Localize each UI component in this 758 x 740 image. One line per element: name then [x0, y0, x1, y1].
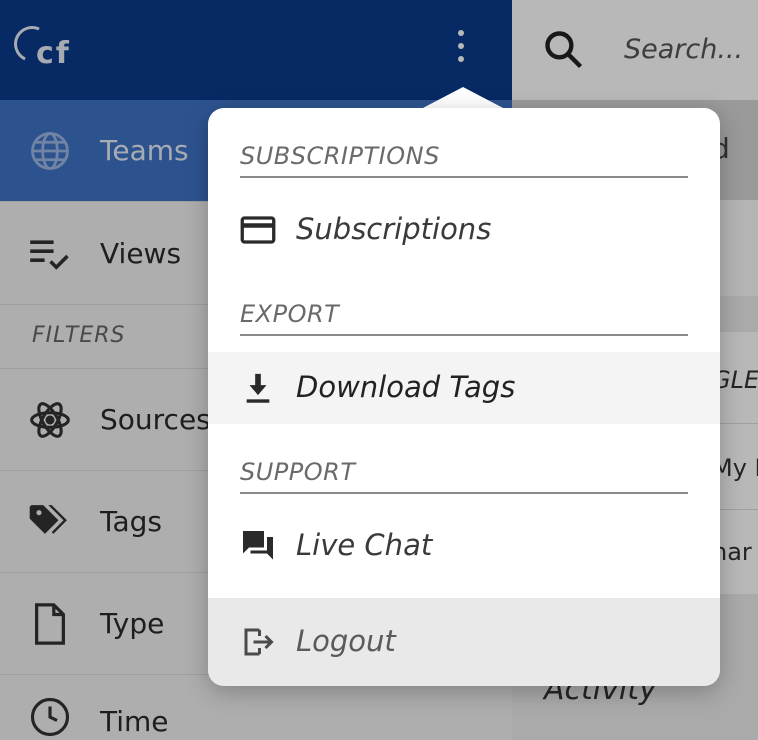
menu-item-label: Subscriptions	[296, 212, 492, 246]
logout-icon	[240, 624, 276, 660]
menu-section-heading-label: SUPPORT	[240, 458, 356, 486]
menu-caret	[421, 87, 505, 109]
menu-item-subscriptions[interactable]: Subscriptions	[208, 194, 720, 266]
menu-item-logout[interactable]: Logout	[208, 598, 720, 686]
options-menu: SUBSCRIPTIONS Subscriptions EXPORT Downl…	[208, 108, 720, 686]
credit-card-icon	[240, 212, 276, 248]
menu-section-heading-label: SUBSCRIPTIONS	[240, 142, 440, 170]
menu-item-label: Logout	[296, 624, 396, 658]
menu-item-label: Download Tags	[296, 370, 516, 404]
menu-section-heading: SUBSCRIPTIONS	[240, 138, 688, 178]
menu-item-download-tags[interactable]: Download Tags	[208, 352, 720, 424]
menu-section-heading-label: EXPORT	[240, 300, 340, 328]
menu-section-heading: EXPORT	[240, 296, 688, 336]
menu-section-heading: SUPPORT	[240, 454, 688, 494]
chat-icon	[240, 528, 276, 564]
download-icon	[240, 370, 276, 406]
menu-item-label: Live Chat	[296, 528, 433, 562]
menu-item-live-chat[interactable]: Live Chat	[208, 510, 720, 582]
